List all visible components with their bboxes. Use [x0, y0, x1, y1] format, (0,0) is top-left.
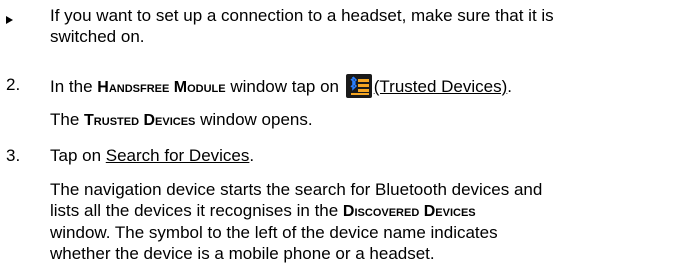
step-number: 2. [6, 75, 21, 94]
window-name-discovered: Discovered Devices [342, 203, 476, 220]
step-2-instruction: In the Handsfree Module window tap on (T… [50, 74, 680, 98]
bullet-text: If you want to set up a connection to a … [50, 5, 680, 47]
step-2-result: The Trusted Devices window opens. [50, 110, 313, 129]
step-3-paragraph: The navigation device starts the search … [50, 180, 543, 263]
step-2-text: In the Handsfree Module window tap on (T… [50, 74, 680, 131]
manual-page: If you want to set up a connection to a … [0, 0, 684, 267]
search-for-devices-link[interactable]: Search for Devices [106, 146, 250, 165]
trusted-devices-icon[interactable] [345, 74, 372, 98]
bullet-line-2: switched on. [50, 27, 145, 46]
bullet-arrow-icon [6, 5, 22, 26]
trusted-devices-link[interactable]: (Trusted Devices) [374, 77, 508, 96]
step-3-instruction: Tap on Search for Devices. [50, 146, 255, 165]
step-number: 3. [6, 146, 21, 165]
step-3-text: Tap on Search for Devices. The navigatio… [50, 145, 680, 264]
window-name-trusted: Trusted Devices [84, 112, 196, 129]
bullet-line-1: If you want to set up a connection to a … [50, 6, 554, 25]
window-name-handsfree: Handsfree Module [97, 79, 226, 96]
